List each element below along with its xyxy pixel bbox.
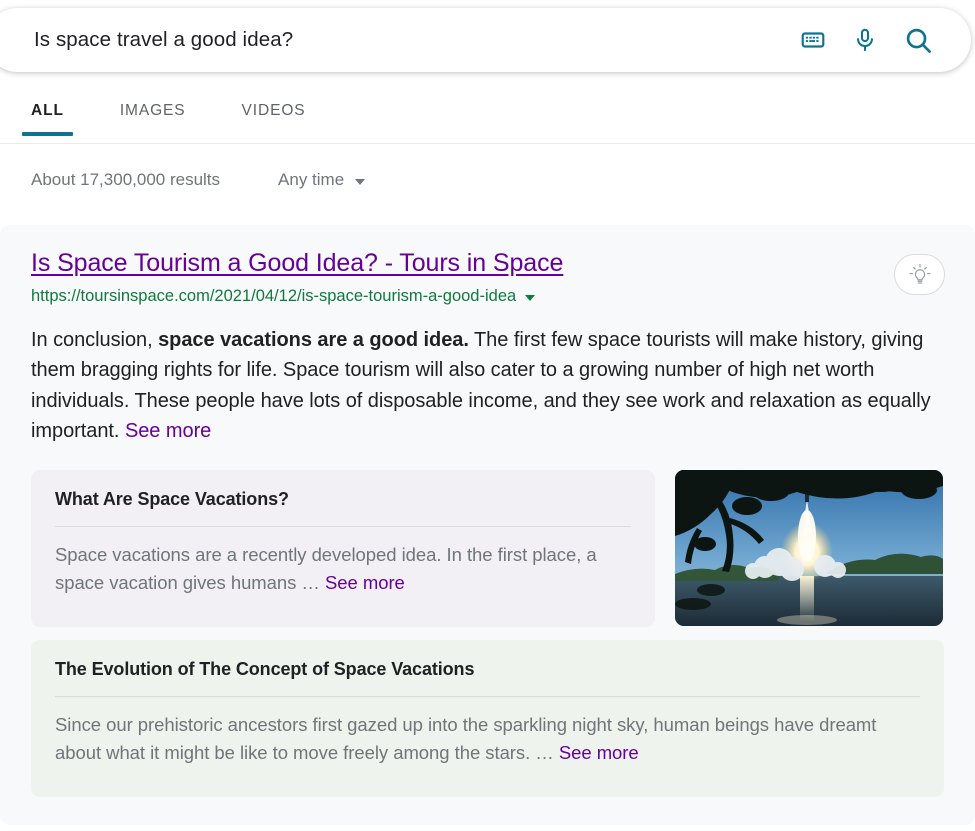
subcard-body: Since our prehistoric ancestors first ga… bbox=[55, 711, 920, 767]
subcard-see-more-link[interactable]: See more bbox=[325, 572, 405, 593]
snippet-lead: In conclusion, bbox=[31, 328, 159, 351]
result-title-link[interactable]: Is Space Tourism a Good Idea? - Tours in… bbox=[31, 249, 563, 279]
result-url[interactable]: https://toursinspace.com/2021/04/12/is-s… bbox=[31, 287, 516, 306]
subcard-see-more-link[interactable]: See more bbox=[559, 742, 639, 763]
rocket-launch-illustration bbox=[675, 469, 943, 626]
search-input[interactable] bbox=[32, 27, 800, 53]
results-meta-row: About 17,300,000 results Any time bbox=[0, 170, 975, 190]
subcard-what-are-space-vacations[interactable]: What Are Space Vacations? Space vacation… bbox=[31, 469, 655, 627]
search-icon[interactable] bbox=[904, 26, 933, 55]
snippet-bold: space vacations are a good idea. bbox=[158, 328, 469, 351]
chevron-down-icon bbox=[355, 178, 366, 185]
subcard-body-text: Since our prehistoric ancestors first ga… bbox=[55, 713, 877, 763]
tab-images[interactable]: IMAGES bbox=[111, 92, 195, 136]
subcard-body: Space vacations are a recently developed… bbox=[55, 541, 631, 597]
subcard-divider bbox=[55, 695, 920, 697]
result-snippet: In conclusion, space vacations are a goo… bbox=[31, 325, 931, 447]
url-chevron-down-icon[interactable] bbox=[525, 294, 536, 301]
search-bar-actions bbox=[800, 26, 947, 55]
result-url-row: https://toursinspace.com/2021/04/12/is-s… bbox=[31, 287, 943, 306]
search-tabs: ALL IMAGES VIDEOS bbox=[0, 92, 975, 144]
result-header: Is Space Tourism a Good Idea? - Tours in… bbox=[31, 249, 945, 306]
microphone-icon[interactable] bbox=[852, 27, 878, 53]
lightbulb-icon[interactable] bbox=[894, 254, 945, 295]
subcards-container: What Are Space Vacations? Space vacation… bbox=[31, 469, 944, 797]
tabs-divider bbox=[0, 143, 975, 144]
time-filter-dropdown[interactable]: Any time bbox=[278, 170, 366, 190]
search-result-card: Is Space Tourism a Good Idea? - Tours in… bbox=[0, 225, 975, 825]
snippet-see-more-link[interactable]: See more bbox=[125, 420, 211, 442]
subcard-row-top: What Are Space Vacations? Space vacation… bbox=[31, 469, 943, 627]
result-count: About 17,300,000 results bbox=[31, 170, 221, 189]
tab-all[interactable]: ALL bbox=[22, 92, 73, 136]
search-bar-container bbox=[0, 8, 971, 72]
subcard-evolution-of-space-vacations[interactable]: The Evolution of The Concept of Space Va… bbox=[31, 639, 944, 797]
tab-videos[interactable]: VIDEOS bbox=[233, 92, 315, 136]
time-filter-label: Any time bbox=[278, 170, 345, 189]
keyboard-icon[interactable] bbox=[800, 27, 826, 53]
subcard-divider bbox=[55, 525, 631, 527]
subcard-title: The Evolution of The Concept of Space Va… bbox=[55, 658, 475, 679]
subcard-title: What Are Space Vacations? bbox=[55, 488, 289, 509]
rocket-launch-photo[interactable] bbox=[675, 469, 943, 626]
search-bar[interactable] bbox=[0, 8, 971, 72]
